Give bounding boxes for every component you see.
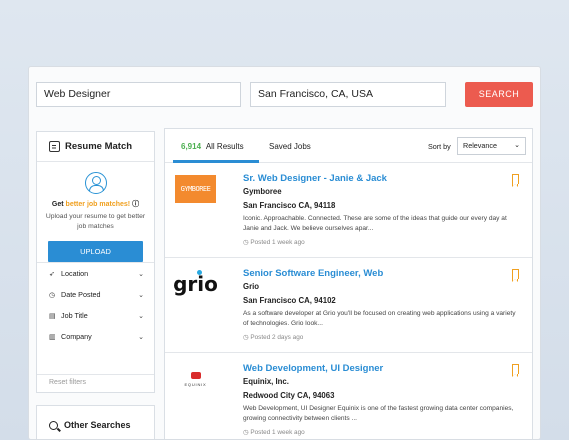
job-posted-text: Posted 2 days ago xyxy=(250,334,304,341)
job-posted: ◷ Posted 2 days ago xyxy=(243,333,303,341)
upload-button[interactable]: UPLOAD xyxy=(48,241,143,262)
job-location: San Francisco CA, 94118 xyxy=(243,201,336,210)
job-company: Grio xyxy=(243,282,260,291)
company-logo: grio xyxy=(173,270,218,298)
location-arrow-icon: ➶ xyxy=(49,270,55,278)
job-description: Web Development, UI Designer Equinix is … xyxy=(243,405,514,422)
filter-list: ➶ Location ⌄ ◷ Date Posted ⌄ ▤ Job Title… xyxy=(37,262,154,347)
search-button[interactable]: SEARCH xyxy=(465,82,533,107)
company-logo: GYMBOREE xyxy=(175,175,216,203)
job-posted: ◷ Posted 1 week ago xyxy=(243,238,305,246)
job-location: Redwood City CA, 94063 xyxy=(243,391,335,400)
id-card-icon: ▤ xyxy=(49,312,56,320)
job-title-link[interactable]: Sr. Web Designer - Janie & Jack xyxy=(243,173,387,184)
resume-match-header: Resume Match xyxy=(37,132,154,162)
job-company: Gymboree xyxy=(243,187,282,196)
job-card[interactable]: EQUINIX Web Development, UI Designer Equ… xyxy=(165,353,532,439)
company-logo-text: grio xyxy=(173,272,218,296)
job-card[interactable]: GYMBOREE Sr. Web Designer - Janie & Jack… xyxy=(165,163,532,258)
chevron-down-icon: ⌄ xyxy=(138,270,144,278)
keyword-input[interactable]: Web Designer xyxy=(36,82,241,107)
job-location: San Francisco CA, 94102 xyxy=(243,296,336,305)
resume-match-headline: Get better job matches! ⓘ xyxy=(45,200,146,210)
tab-saved-jobs[interactable]: Saved Jobs xyxy=(269,142,311,151)
company-logo: EQUINIX xyxy=(175,365,216,393)
sort-value: Relevance xyxy=(463,141,497,150)
job-posted-text: Posted 1 week ago xyxy=(250,429,305,436)
clock-icon: ◷ xyxy=(49,291,56,299)
tab-all-label: All Results xyxy=(205,142,244,151)
job-company: Equinix, Inc. xyxy=(243,377,289,386)
other-searches-title: Other Searches xyxy=(64,420,131,430)
resume-icon xyxy=(49,141,60,152)
bookmark-icon[interactable] xyxy=(512,364,519,377)
job-posted: ◷ Posted 1 week ago xyxy=(243,428,305,436)
location-input[interactable]: San Francisco, CA, USA xyxy=(250,82,446,107)
logo-dot xyxy=(197,270,202,275)
headline-highlight: better job matches! xyxy=(65,201,131,208)
job-search-card: Web Designer San Francisco, CA, USA SEAR… xyxy=(28,66,541,440)
info-icon[interactable]: ⓘ xyxy=(130,201,139,208)
results-count: 6,914 xyxy=(181,142,202,151)
sort-dropdown[interactable]: Relevance ⌄ xyxy=(457,137,526,155)
chevron-down-icon: ⌄ xyxy=(138,291,144,299)
job-title-link[interactable]: Senior Software Engineer, Web xyxy=(243,268,383,279)
filter-location[interactable]: ➶ Location ⌄ xyxy=(37,263,154,284)
equinix-mark xyxy=(190,371,201,379)
filter-company[interactable]: ▥ Company ⌄ xyxy=(37,326,154,347)
job-card[interactable]: grio Senior Software Engineer, Web Grio … xyxy=(165,258,532,353)
headline-prefix: Get xyxy=(51,201,66,208)
sort-label: Sort by xyxy=(428,142,451,151)
filter-label: Location xyxy=(61,269,89,278)
resume-match-body: Get better job matches! ⓘ Upload your re… xyxy=(37,162,154,262)
bookmark-icon[interactable] xyxy=(512,174,519,187)
tab-all-results[interactable]: 6,914 All Results xyxy=(181,142,244,151)
filter-label: Job Title xyxy=(61,311,88,320)
results-header: 6,914 All Results Saved Jobs Sort by Rel… xyxy=(165,129,532,163)
resume-match-panel: Resume Match Get better job matches! ⓘ U… xyxy=(36,131,155,393)
chevron-down-icon: ⌄ xyxy=(138,333,144,341)
job-posted-text: Posted 1 week ago xyxy=(250,239,305,246)
user-upload-icon xyxy=(84,172,107,194)
chevron-down-icon: ⌄ xyxy=(138,312,144,320)
company-logo-text: EQUINIX xyxy=(184,381,207,387)
reset-filters-link[interactable]: Reset filters xyxy=(37,374,154,392)
resume-match-description: Upload your resume to get better job mat… xyxy=(45,213,146,230)
bookmark-icon[interactable] xyxy=(512,269,519,282)
filter-label: Date Posted xyxy=(61,290,101,299)
job-description: As a software developer at Grio you'll b… xyxy=(243,310,516,327)
chevron-down-icon: ⌄ xyxy=(514,142,520,149)
building-icon: ▥ xyxy=(49,333,56,341)
filter-label: Company xyxy=(61,332,92,341)
filter-job-title[interactable]: ▤ Job Title ⌄ xyxy=(37,305,154,326)
resume-match-title: Resume Match xyxy=(65,141,133,152)
other-searches-panel[interactable]: Other Searches xyxy=(36,405,155,439)
results-panel: 6,914 All Results Saved Jobs Sort by Rel… xyxy=(164,128,533,439)
search-icon xyxy=(49,420,58,430)
filter-date-posted[interactable]: ◷ Date Posted ⌄ xyxy=(37,284,154,305)
job-title-link[interactable]: Web Development, UI Designer xyxy=(243,363,383,374)
job-description: Iconic. Approachable. Connected. These a… xyxy=(243,215,507,232)
